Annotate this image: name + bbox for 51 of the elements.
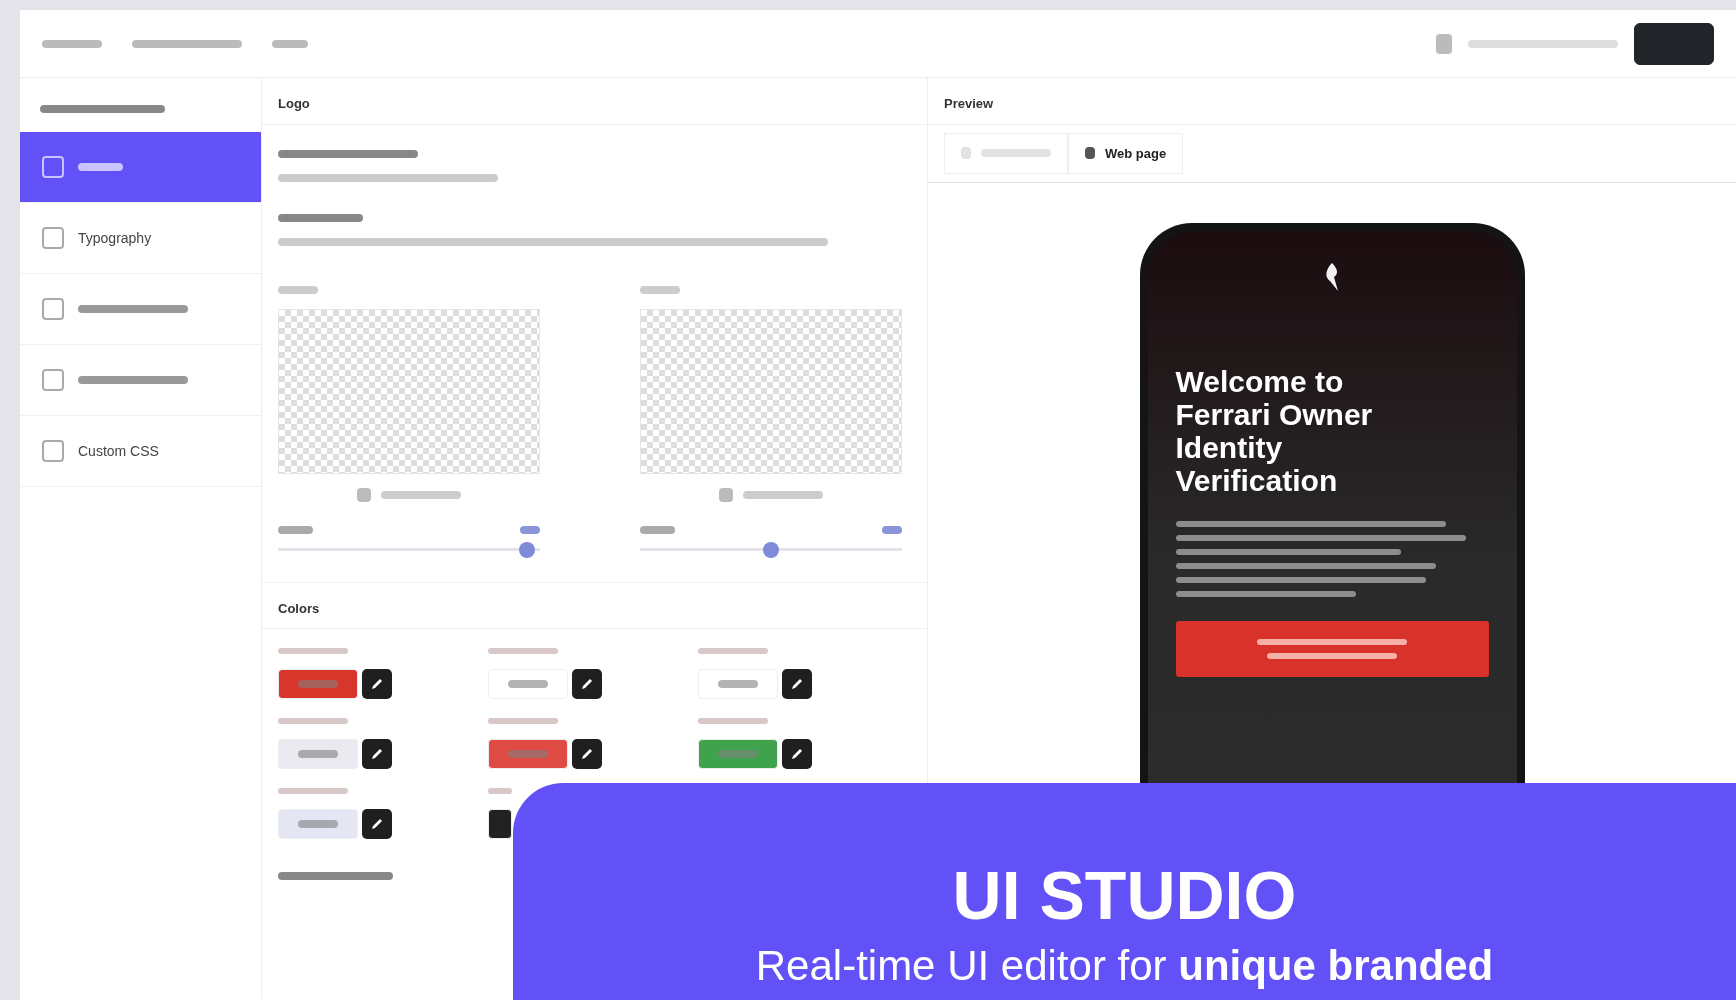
blurred-text (640, 525, 675, 534)
square-icon (42, 369, 64, 391)
edit-button[interactable] (782, 669, 812, 699)
sidebar-item[interactable]: Typography (20, 203, 261, 274)
edit-button[interactable] (782, 739, 812, 769)
blurred-text (698, 648, 768, 654)
pencil-icon (370, 817, 384, 831)
pencil-icon (580, 747, 594, 761)
square-icon (42, 440, 64, 462)
section-title: Colors (262, 581, 927, 629)
promo-subtitle: Real-time UI editor for unique branded (755, 943, 1494, 990)
blurred-text (272, 39, 308, 48)
blurred-text (278, 648, 348, 654)
upload-icon (357, 487, 371, 502)
edit-button[interactable] (572, 669, 602, 699)
pencil-icon (370, 677, 384, 691)
edit-button[interactable] (362, 809, 392, 839)
edit-button[interactable] (572, 739, 602, 769)
preview-tab[interactable]: Web page (1068, 132, 1184, 174)
blurred-text (278, 788, 348, 794)
section-title: Logo (262, 78, 927, 125)
upload-icon (719, 487, 733, 502)
promo-title: UI STUDIO (951, 861, 1298, 929)
blurred-text (640, 285, 680, 294)
square-icon (42, 156, 64, 178)
blurred-text (698, 718, 768, 724)
blurred-text (488, 648, 558, 654)
section-title: Preview (928, 78, 1736, 125)
pencil-icon (580, 677, 594, 691)
sidebar-item[interactable]: Custom CSS (20, 416, 261, 487)
pencil-icon (790, 747, 804, 761)
pencil-icon (790, 677, 804, 691)
blurred-text (78, 163, 123, 171)
sidebar-item[interactable] (20, 132, 261, 203)
square-icon (42, 298, 64, 320)
blurred-text (42, 39, 102, 48)
file-icon (1436, 33, 1452, 54)
blurred-text (520, 525, 540, 534)
edit-button[interactable] (362, 739, 392, 769)
phone-heading: Welcome to Ferrari Owner Identity Verification (1175, 365, 1374, 497)
blurred-text (488, 788, 512, 794)
edit-button[interactable] (362, 669, 392, 699)
blurred-text (882, 525, 902, 534)
dark-button[interactable] (1634, 22, 1714, 65)
square-icon (42, 227, 64, 249)
blurred-text (278, 285, 318, 294)
blurred-text (488, 718, 558, 724)
blurred-text (278, 718, 348, 724)
verify-button[interactable] (1175, 621, 1489, 677)
blurred-text (278, 525, 313, 534)
pencil-icon (370, 747, 384, 761)
